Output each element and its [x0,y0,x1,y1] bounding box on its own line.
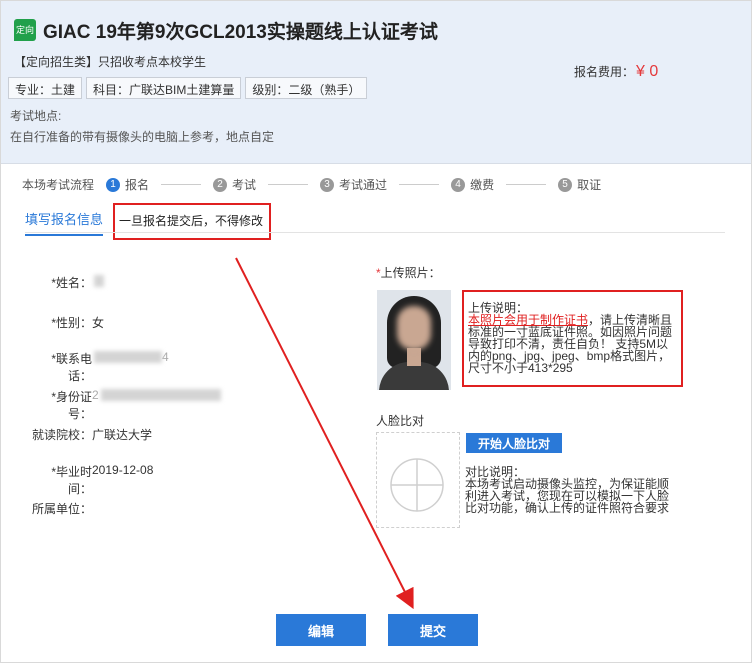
step-connector [399,184,440,185]
face-compare-placeholder [376,432,460,528]
fee-info: 报名费用： ¥ 0 [574,63,658,81]
tab-divider [25,232,725,233]
step-exam: 2 考试 [213,176,256,193]
step-number: 2 [213,177,228,192]
step-connector [506,184,547,185]
step-label: 考试通过 [339,178,388,192]
step-signup: 1 报名 [106,176,149,193]
exam-steps: 本场考试流程 1 报名 2 考试 3 考试通过 4 缴费 5 取证 [22,176,601,193]
step-pay: 4 缴费 [451,176,494,193]
phone-value-redacted [94,351,162,363]
gender-label: *性别： [51,316,92,330]
face-compare-instructions-text: 本场考试启动摄像头监控，为保证能顺利进入考试，您现在可以模拟一下人脸比对功能，确… [465,477,670,515]
location-value: 在自行准备的带有摄像头的电脑上参考，地点自定 [10,130,275,144]
face-outline-icon [390,458,444,512]
form-row-organization: 所属单位： [30,500,92,517]
exam-header: 定向 GIAC 19年第9次GCL2013实操题线上认证考试 【定向招生类】只招… [0,0,752,164]
step-label: 取证 [577,178,602,192]
id-label: *身份证号： [51,390,92,421]
edit-button[interactable]: 编辑 [276,614,366,646]
phone-tail: 4 [162,350,169,364]
form-row-school: 就读院校： 广联达大学 [30,426,152,443]
form-row-graduation: *毕业时间： 2019-12-08 [30,463,153,497]
name-value-redacted [94,275,104,287]
step-number: 1 [106,177,121,192]
step-number: 4 [451,177,466,192]
phone-label: *联系电话： [51,352,92,383]
id-value-redacted [100,389,221,401]
no-modify-notice: 一旦报名提交后，不得修改 [113,203,271,240]
step-label: 缴费 [470,178,495,192]
school-label: 就读院校： [31,428,92,442]
upload-label-text: 上传照片： [380,266,441,280]
step-connector [268,184,309,185]
form-row-id: *身份证号： 2 [30,388,221,422]
steps-label: 本场考试流程 [22,178,95,192]
graduation-label: *毕业时间： [51,465,92,496]
exam-title: GIAC 19年第9次GCL2013实操题线上认证考试 [43,22,438,43]
step-pass: 3 考试通过 [320,176,387,193]
location-label: 考试地点: [10,109,62,123]
start-face-compare-button[interactable]: 开始人脸比对 [466,433,562,453]
gender-value: 女 [92,316,105,330]
form-row-name: *姓名： [30,274,104,291]
submit-button[interactable]: 提交 [388,614,478,646]
upload-photo-label: *上传照片： [376,264,441,281]
exam-subtitle: 【定向招生类】只招收考点本校学生 [14,55,207,69]
school-value: 广联达大学 [92,428,153,442]
graduation-value: 2019-12-08 [92,463,154,477]
chip-major: 专业：土建 [8,77,83,99]
step-label: 报名 [125,178,150,192]
chip-subject: 科目：广联达BIM土建算量 [86,77,242,99]
form-row-phone: *联系电话： 4 [30,350,169,384]
directed-badge-icon: 定向 [14,19,36,41]
chip-level: 级别：二级（熟手） [245,77,368,99]
id-head: 2 [92,388,99,402]
organization-label: 所属单位： [31,502,92,516]
id-photo-preview[interactable] [377,290,451,390]
form-row-gender: *性别： 女 [30,314,104,331]
fee-label: 报名费用： [574,65,635,79]
step-label: 考试 [232,178,257,192]
face-compare-instructions: 对比说明： 本场考试启动摄像头监控，为保证能顺利进入考试，您现在可以模拟一下人脸… [465,466,675,514]
fee-amount: ¥ 0 [636,63,659,80]
step-connector [161,184,202,185]
upload-instructions: 上传说明： 本照片会用于制作证书，请上传清晰且标准的一寸蓝底证件照。如因照片问题… [462,290,683,387]
exam-chips: 专业：土建 科目：广联达BIM土建算量 级别：二级（熟手） [8,77,368,99]
name-label: *姓名： [51,276,92,290]
step-certificate: 5 取证 [558,176,601,193]
face-compare-label: 人脸比对 [376,414,425,428]
step-number: 3 [320,177,335,192]
step-number: 5 [558,177,573,192]
